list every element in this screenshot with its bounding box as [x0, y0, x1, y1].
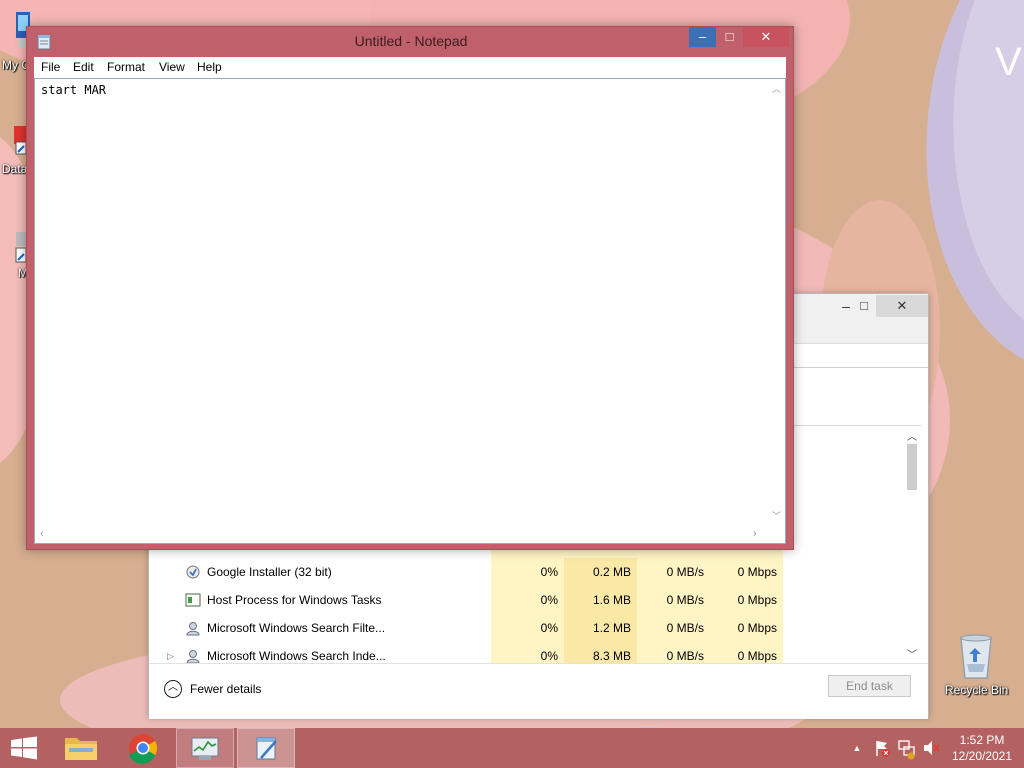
process-row[interactable]: Google Installer (32 bit) 0% 0.2 MB 0 MB…: [149, 558, 901, 586]
network-value: 0 Mbps: [710, 558, 783, 586]
menu-view[interactable]: View: [154, 57, 190, 78]
horizontal-scrollbar[interactable]: ‹ ›: [35, 526, 768, 543]
process-list: Google Installer (32 bit) 0% 0.2 MB 0 MB…: [149, 558, 901, 670]
file-explorer-icon: [65, 738, 97, 760]
task-manager-icon: [191, 737, 219, 760]
close-button[interactable]: ✕: [876, 295, 928, 317]
cpu-column-band: [491, 550, 783, 558]
menu-edit[interactable]: Edit: [68, 57, 99, 78]
network-icon[interactable]: [896, 728, 918, 768]
process-name: Host Process for Windows Tasks: [207, 593, 382, 607]
close-button[interactable]: ✕: [743, 27, 789, 47]
process-name: Microsoft Windows Search Filte...: [207, 621, 386, 635]
scroll-right-arrow-icon[interactable]: ›: [753, 528, 757, 540]
recycle-bin-label: Recycle Bin: [945, 683, 1009, 697]
cpu-value: 0%: [491, 614, 564, 642]
process-row[interactable]: Microsoft Windows Search Filte... 0% 1.2…: [149, 614, 901, 642]
window-title: Untitled - Notepad: [354, 33, 468, 49]
process-name: Google Installer (32 bit): [207, 565, 332, 579]
taskbar-chrome[interactable]: [116, 728, 170, 768]
chrome-icon: [129, 734, 157, 764]
show-hidden-icons-icon[interactable]: ▲: [850, 728, 864, 768]
recycle-bin-icon: [960, 634, 992, 679]
start-button[interactable]: [0, 728, 48, 768]
desktop-icon-recycle-bin[interactable]: Recycle Bin: [941, 632, 1011, 702]
clock-date: 12/20/2021: [951, 749, 1013, 763]
notepad-window: Untitled - Notepad – □ ✕ File Edit Forma…: [26, 26, 794, 550]
menu-format[interactable]: Format: [102, 57, 150, 78]
network-value: 0 Mbps: [710, 614, 783, 642]
start-icon: [11, 736, 37, 760]
scroll-down-arrow-icon[interactable]: ﹀: [772, 509, 781, 522]
task-manager-footer: ︿ Fewer details End task: [149, 663, 928, 719]
process-list-scrollbar[interactable]: ︿ ﹀: [903, 426, 921, 662]
search-indexer-icon: [186, 650, 200, 664]
network-value: 0 Mbps: [710, 586, 783, 614]
disk-value: 0 MB/s: [637, 614, 710, 642]
notepad-icon: [256, 737, 277, 760]
memory-value: 0.2 MB: [564, 558, 637, 586]
scrollbar-thumb[interactable]: [907, 444, 917, 490]
scroll-left-arrow-icon[interactable]: ‹: [40, 528, 44, 540]
search-filter-icon: [186, 622, 200, 636]
maximize-button[interactable]: □: [716, 27, 743, 47]
document-text[interactable]: start MAR: [41, 83, 106, 97]
taskbar-task-manager[interactable]: [176, 728, 234, 768]
desktop-icon-label: Data: [2, 162, 28, 176]
scroll-up-arrow-icon[interactable]: ︿: [772, 82, 781, 95]
text-editor[interactable]: start MAR ︿ ﹀ ‹ ›: [34, 78, 786, 544]
process-row[interactable]: Host Process for Windows Tasks 0% 1.6 MB…: [149, 586, 901, 614]
cpu-value: 0%: [491, 586, 564, 614]
installer-icon: [186, 565, 200, 579]
menu-file[interactable]: File: [36, 57, 65, 78]
disk-value: 0 MB/s: [637, 558, 710, 586]
vertical-scrollbar[interactable]: ︿ ﹀: [768, 79, 785, 527]
collapse-chevron-icon[interactable]: ︿: [164, 680, 182, 698]
end-task-button[interactable]: End task: [828, 675, 911, 697]
action-center-flag-icon[interactable]: [872, 728, 892, 768]
menu-bar: File Edit Format View Help: [34, 57, 786, 78]
disk-value: 0 MB/s: [637, 586, 710, 614]
volume-muted-icon[interactable]: [920, 728, 942, 768]
host-process-icon: [185, 593, 201, 607]
taskbar-file-explorer[interactable]: [54, 728, 108, 768]
scroll-up-arrow-icon[interactable]: ︿: [903, 428, 921, 443]
clock-time: 1:52 PM: [959, 733, 1005, 747]
fewer-details-link[interactable]: Fewer details: [190, 680, 261, 698]
memory-value: 1.2 MB: [564, 614, 637, 642]
taskbar-notepad[interactable]: [237, 728, 295, 768]
taskbar-clock[interactable]: 1:52 PM 12/20/2021: [950, 732, 1014, 764]
menu-help[interactable]: Help: [192, 57, 227, 78]
minimize-button[interactable]: –: [689, 27, 716, 47]
wallpaper-letter: V: [995, 40, 1022, 84]
taskbar: ▲ 1:52 PM 12/20/2021: [0, 728, 1024, 768]
scroll-down-arrow-icon[interactable]: ﹀: [903, 646, 921, 661]
memory-value: 1.6 MB: [564, 586, 637, 614]
cpu-value: 0%: [491, 558, 564, 586]
